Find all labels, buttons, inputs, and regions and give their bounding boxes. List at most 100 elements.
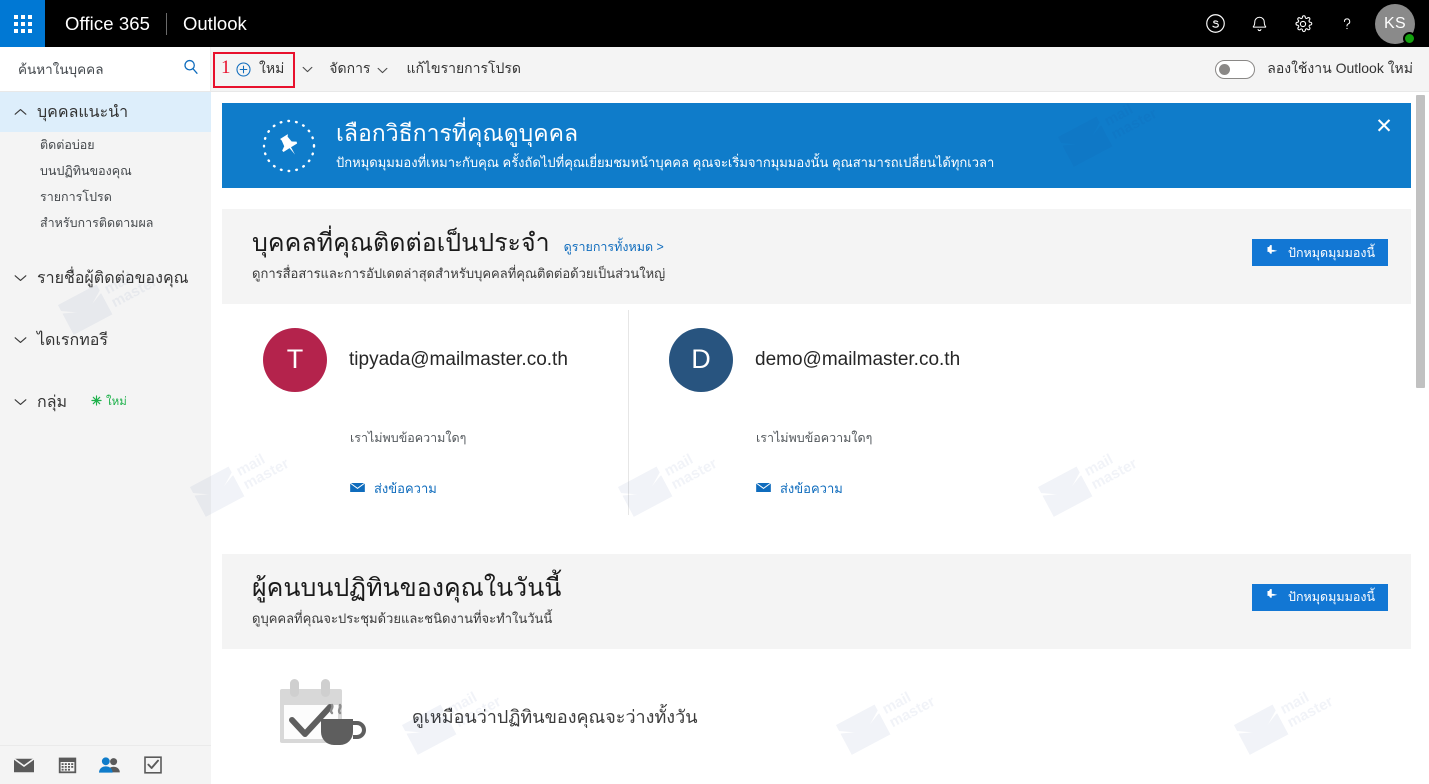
suite-divider [166, 12, 167, 35]
presence-indicator [1403, 31, 1416, 45]
app-launcher-button[interactable] [0, 0, 45, 47]
bell-icon[interactable] [1237, 0, 1281, 47]
office-brand-label[interactable]: Office 365 [65, 13, 150, 35]
new-outlook-toggle-group: ลองใช้งาน Outlook ใหม่ [1215, 58, 1429, 80]
manage-menu[interactable]: จัดการ [320, 58, 397, 80]
send-message-label: ส่งข้อความ [374, 480, 437, 496]
skype-icon[interactable] [1193, 0, 1237, 47]
bottom-filler [211, 745, 1429, 784]
pin-this-view-button[interactable]: ปักหมุดมุมมองนี้ [1252, 583, 1388, 611]
card-header: บุคคลที่คุณติดต่อเป็นประจำ ดูรายการทั้งห… [222, 209, 1411, 304]
chevron-down-icon [14, 393, 27, 411]
sidebar-group-label: กลุ่ม [37, 393, 68, 411]
manage-chevron-down-icon [377, 61, 388, 77]
choose-view-banner: เลือกวิธีการที่คุณดูบุคคล ปักหมุดมุมมองท… [222, 103, 1411, 188]
sidebar-group-your-contacts[interactable]: รายชื่อผู้ติดต่อของคุณ [0, 258, 211, 298]
send-message-link[interactable]: ส่งข้อความ [755, 478, 843, 499]
card-subtitle: ดูบุคคลที่คุณจะประชุมด้วยและชนิดงานที่จะ… [252, 610, 553, 626]
sidebar-group-label: ไดเรกทอรี [37, 331, 108, 349]
contact-avatar[interactable]: T [263, 327, 327, 392]
chevron-down-icon [14, 331, 27, 349]
banner-close-icon[interactable]: ✕ [1371, 113, 1397, 139]
card-subtitle: ดูการสื่อสารและการอัปเดตล่าสุดสำหรับบุคค… [252, 265, 666, 281]
calendar-icon[interactable] [55, 753, 79, 777]
pin-this-view-button[interactable]: ปักหมุดมุมมองนี้ [1252, 239, 1388, 266]
sidebar-group-suggested-people[interactable]: บุคคลแนะนำ [0, 92, 211, 132]
banner-subtitle: ปักหมุดมุมมองที่เหมาะกับคุณ ครั้งถัดไปที… [336, 154, 995, 170]
new-dropdown-chevron-down-icon[interactable] [294, 54, 320, 85]
new-outlook-label[interactable]: ลองใช้งาน Outlook ใหม่ [1267, 58, 1413, 80]
contact-empty-message: เราไม่พบข้อความใดๆ [756, 430, 873, 445]
edit-favorites-button[interactable]: แก้ไขรายการโปรด [397, 58, 530, 80]
pin-icon [1265, 589, 1280, 605]
contact-empty-message: เราไม่พบข้อความใดๆ [350, 430, 467, 445]
pin-button-label: ปักหมุดมุมมองนี้ [1288, 590, 1375, 605]
chevron-down-icon [14, 269, 27, 287]
search-input[interactable]: ค้นหาในบุคคล [18, 58, 182, 80]
app-name-label[interactable]: Outlook [183, 13, 247, 35]
people-icon[interactable] [98, 753, 122, 777]
sparkle-icon [91, 393, 102, 411]
edit-favorites-label: แก้ไขรายการโปรด [406, 60, 522, 76]
gear-icon[interactable] [1281, 0, 1325, 47]
new-outlook-toggle[interactable] [1215, 59, 1256, 79]
contact-card: T tipyada@mailmaster.co.th เราไม่พบข้อคว… [222, 304, 628, 533]
sidebar-group-label: รายชื่อผู้ติดต่อของคุณ [37, 269, 189, 287]
contact-avatar-initial: D [691, 344, 711, 375]
search-people-box[interactable]: ค้นหาในบุคคล [0, 47, 211, 91]
contact-header: T tipyada@mailmaster.co.th [263, 327, 628, 392]
calendar-empty-message: ดูเหมือนว่าปฏิทินของคุณจะว่างทั้งวัน [412, 706, 698, 727]
plus-circle-icon [235, 61, 252, 78]
sidebar-item-favorites[interactable]: รายการโปรด [0, 184, 211, 210]
scrollbar-thumb[interactable] [1416, 95, 1425, 388]
send-message-link[interactable]: ส่งข้อความ [349, 478, 437, 499]
new-button[interactable]: ใหม่ [225, 54, 294, 85]
envelope-icon [349, 481, 366, 496]
tasks-icon[interactable] [141, 753, 165, 777]
contacts-list: T tipyada@mailmaster.co.th เราไม่พบข้อคว… [222, 303, 1411, 533]
groups-new-badge: ใหม่ [91, 393, 127, 411]
card-title: บุคคลที่คุณติดต่อเป็นประจำ [252, 229, 550, 257]
card-header-text: ผู้คนบนปฏิทินของคุณในวันนี้ ดูบุคคลที่คุ… [252, 574, 1252, 629]
command-items: ใหม่ จัดการ แก้ไขรายการโปรด [211, 47, 530, 92]
frequent-contacts-card: บุคคลที่คุณติดต่อเป็นประจำ ดูรายการทั้งห… [222, 209, 1411, 533]
groups-new-badge-label: ใหม่ [106, 396, 127, 408]
toggle-knob [1219, 63, 1231, 75]
waffle-icon [13, 14, 32, 33]
sidebar-group-directory[interactable]: ไดเรกทอรี [0, 320, 211, 360]
main-scrollbar[interactable] [1412, 92, 1429, 745]
sidebar-item-on-your-calendar[interactable]: บนปฏิทินของคุณ [0, 158, 211, 184]
help-icon[interactable] [1325, 0, 1369, 47]
people-sidebar: บุคคลแนะนำ ติดต่อบ่อย บนปฏิทินของคุณ ราย… [0, 92, 211, 745]
calendar-coffee-icon [274, 675, 374, 746]
card-header: ผู้คนบนปฏิทินของคุณในวันนี้ ดูบุคคลที่คุ… [222, 554, 1411, 649]
contact-email[interactable]: demo@mailmaster.co.th [755, 349, 960, 371]
chevron-up-icon [14, 103, 27, 121]
pin-dotted-circle-icon [252, 117, 326, 175]
suite-actions: KS [1193, 0, 1429, 47]
banner-title: เลือกวิธีการที่คุณดูบุคคล [336, 120, 579, 147]
bottom-app-nav [0, 745, 211, 784]
pin-icon [1265, 244, 1280, 261]
sidebar-group-label: บุคคลแนะนำ [37, 103, 129, 121]
manage-label: จัดการ [329, 60, 371, 76]
contact-avatar[interactable]: D [669, 327, 733, 392]
sidebar-item-for-follow-up[interactable]: สำหรับการติดตามผล [0, 210, 211, 236]
new-group: ใหม่ [225, 54, 320, 85]
contact-header: D demo@mailmaster.co.th [669, 327, 1034, 392]
card-title-row: บุคคลที่คุณติดต่อเป็นประจำ ดูรายการทั้งห… [252, 229, 1252, 258]
mail-icon[interactable] [12, 753, 36, 777]
search-icon[interactable] [182, 58, 200, 81]
banner-text: เลือกวิธีการที่คุณดูบุคคล ปักหมุดมุมมองท… [336, 119, 994, 172]
outlook-people-page: Office 365 Outlook KS ค้นหาในบุคคล ใหม่ … [0, 0, 1429, 784]
view-all-link[interactable]: ดูรายการทั้งหมด > [564, 237, 664, 257]
sidebar-group-groups[interactable]: กลุ่ม ใหม่ [0, 382, 211, 422]
sidebar-item-frequent-contacts[interactable]: ติดต่อบ่อย [0, 132, 211, 158]
command-bar: ค้นหาในบุคคล ใหม่ จัดการ แก้ไขรายการโปรด… [0, 47, 1429, 92]
user-avatar[interactable]: KS [1375, 3, 1416, 45]
contact-email[interactable]: tipyada@mailmaster.co.th [349, 349, 568, 371]
card-header-text: บุคคลที่คุณติดต่อเป็นประจำ ดูรายการทั้งห… [252, 229, 1252, 284]
